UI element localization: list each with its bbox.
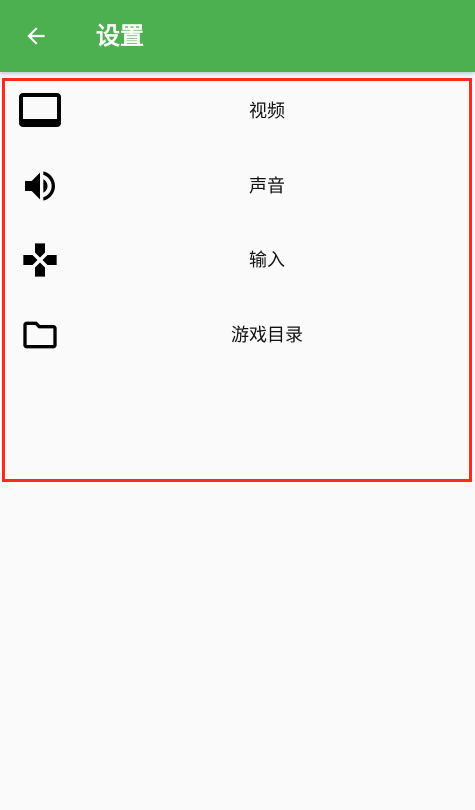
gamepad-icon xyxy=(23,243,57,277)
settings-item-audio[interactable]: 声音 xyxy=(5,156,469,218)
folder-icon xyxy=(23,321,57,349)
settings-list: 视频 声音 输入 游戏目录 xyxy=(2,78,472,482)
page-title: 设置 xyxy=(96,22,144,50)
arrow-left-icon xyxy=(27,27,45,45)
settings-item-game-directory[interactable]: 游戏目录 xyxy=(5,305,469,367)
settings-item-label: 游戏目录 xyxy=(231,325,303,346)
settings-item-label: 视频 xyxy=(249,101,285,122)
settings-item-icon xyxy=(17,240,63,280)
settings-item-video[interactable]: 视频 xyxy=(5,81,469,143)
settings-item-icon xyxy=(17,91,63,131)
back-button[interactable] xyxy=(16,16,56,56)
settings-item-label: 声音 xyxy=(249,176,285,197)
settings-item-icon xyxy=(17,166,63,206)
settings-item-label: 输入 xyxy=(249,250,285,271)
app-bar: 设置 xyxy=(0,0,475,72)
settings-item-icon xyxy=(17,315,63,355)
volume-icon xyxy=(25,171,55,201)
settings-item-input[interactable]: 输入 xyxy=(5,230,469,292)
monitor-icon xyxy=(19,93,61,127)
